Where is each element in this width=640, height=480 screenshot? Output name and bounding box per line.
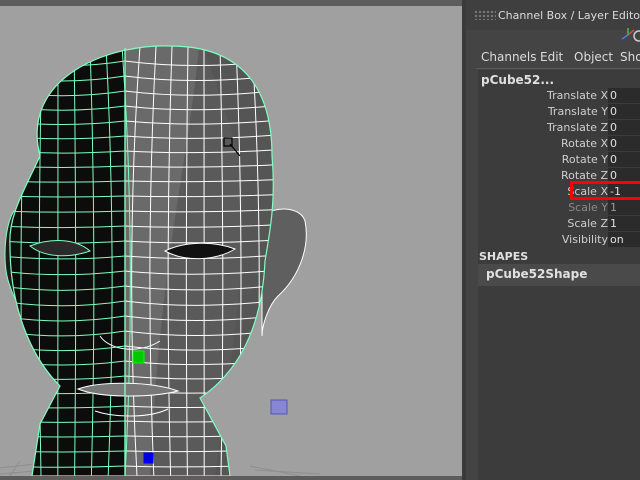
attr-row-translate-y[interactable]: Translate Y 0: [478, 104, 640, 120]
menu-object[interactable]: Object: [574, 50, 613, 64]
menu-edit[interactable]: Edit: [540, 50, 563, 64]
attr-row-scale-z[interactable]: Scale Z 1: [478, 216, 640, 232]
attr-value-field[interactable]: 0: [608, 152, 640, 167]
menu-channels[interactable]: Channels: [481, 50, 537, 64]
attr-label: Visibility: [561, 233, 608, 246]
attr-label: Scale Z: [567, 217, 608, 230]
channel-box: pCube52... Translate X 0 Translate Y 0 T…: [478, 70, 640, 294]
menu-separator: [476, 68, 640, 69]
menu-show[interactable]: Show: [620, 50, 640, 64]
attr-label: Translate Y: [547, 105, 608, 118]
channel-box-panel: Channel Box / Layer Editor Channels Edit…: [466, 0, 640, 480]
selection-handle-icon[interactable]: [270, 399, 288, 415]
attr-value-field[interactable]: on: [608, 232, 640, 247]
attr-label: Rotate Y: [561, 153, 608, 166]
pivot-handle-blue[interactable]: [143, 452, 154, 464]
panel-title: Channel Box / Layer Editor: [498, 9, 640, 22]
channel-box-empty-area: [478, 294, 640, 480]
attr-value-field[interactable]: 1: [608, 200, 640, 215]
panel-title-bar[interactable]: Channel Box / Layer Editor: [466, 0, 640, 30]
attr-value-field[interactable]: 1: [608, 216, 640, 231]
attr-row-scale-y[interactable]: Scale Y 1: [478, 200, 640, 216]
attr-row-rotate-y[interactable]: Rotate Y 0: [478, 152, 640, 168]
attr-value-field[interactable]: 0: [608, 104, 640, 119]
attr-value-field[interactable]: 0: [608, 136, 640, 151]
shape-name[interactable]: pCube52Shape: [486, 267, 587, 281]
attr-label: Translate Z: [547, 121, 608, 134]
shape-row[interactable]: pCube52Shape: [478, 264, 640, 286]
attr-row-visibility[interactable]: Visibility on: [478, 232, 640, 248]
pivot-handle-green[interactable]: [132, 350, 145, 364]
channel-box-menu-bar: Channels Edit Object Show: [466, 46, 640, 68]
attr-label: Rotate X: [560, 137, 608, 150]
attr-row-translate-z[interactable]: Translate Z 0: [478, 120, 640, 136]
attr-row-rotate-x[interactable]: Rotate X 0: [478, 136, 640, 152]
shapes-header: SHAPES: [479, 250, 529, 263]
grip-icon[interactable]: [474, 10, 496, 20]
attr-row-translate-x[interactable]: Translate X 0: [478, 88, 640, 104]
3d-viewport[interactable]: [0, 0, 466, 480]
attr-value-field[interactable]: 0: [608, 120, 640, 135]
node-name[interactable]: pCube52...: [481, 73, 554, 87]
axis-gizmo-icon[interactable]: [618, 26, 640, 44]
head-wireframe-model[interactable]: [0, 6, 462, 476]
scale-x-highlight-box: [570, 181, 640, 200]
attr-label: Translate X: [547, 89, 608, 102]
attr-value-field[interactable]: 0: [608, 88, 640, 103]
viewport-canvas[interactable]: [0, 6, 462, 476]
attr-label: Scale Y: [568, 201, 608, 214]
